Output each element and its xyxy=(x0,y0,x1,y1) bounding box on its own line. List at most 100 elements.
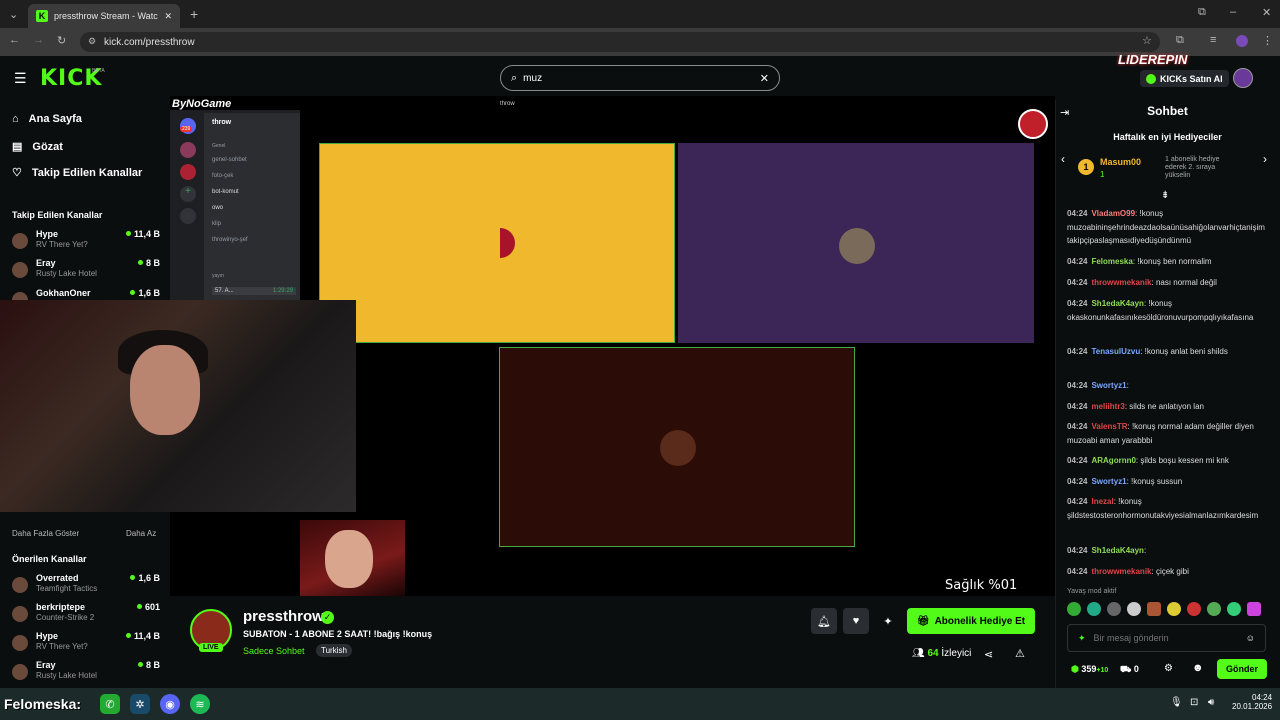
discord-call-tile xyxy=(319,143,675,343)
chat-input-box[interactable]: ✦ ☺ xyxy=(1067,624,1266,652)
search-box[interactable]: ⌕ ✕ xyxy=(500,65,780,91)
emote-icon[interactable] xyxy=(1067,602,1081,616)
server-avatar xyxy=(180,164,196,180)
browser-tab[interactable]: K pressthrow Stream - Watch Live ✕ xyxy=(28,4,180,28)
message-username[interactable]: ARAgornn0 xyxy=(1091,456,1135,465)
message-username[interactable]: throwwmekanik xyxy=(1091,278,1151,287)
discord-window-title: throw xyxy=(500,101,515,107)
extensions-icon[interactable]: ⧉ xyxy=(1176,34,1184,47)
message-username[interactable]: ValensTR xyxy=(1091,422,1127,431)
new-tab-icon[interactable]: + xyxy=(190,6,198,22)
message-username[interactable]: Swortyz1 xyxy=(1091,477,1126,486)
emote-icon[interactable] xyxy=(1207,602,1221,616)
browser-menu-icon[interactable]: ⋮ xyxy=(1262,34,1273,47)
emote-icon[interactable] xyxy=(1147,602,1161,616)
next-gifter-icon[interactable]: › xyxy=(1263,152,1267,166)
site-info-icon[interactable]: ⚙ xyxy=(88,36,96,47)
network-icon[interactable]: ⊡ xyxy=(1190,697,1198,708)
follow-heart-button[interactable]: ♥ xyxy=(843,608,869,634)
emoji-icon[interactable]: ☺ xyxy=(1246,633,1255,643)
message-username[interactable]: meliihtr3 xyxy=(1091,402,1124,411)
nav-home[interactable]: ⌂ Ana Sayfa xyxy=(12,113,82,125)
message-username[interactable]: VladamO99 xyxy=(1091,209,1135,218)
message-username[interactable]: Felomeska xyxy=(1091,257,1132,266)
send-button[interactable]: Gönder xyxy=(1217,659,1267,679)
share-icon[interactable]: ⋖ xyxy=(984,648,993,661)
emote-icon[interactable] xyxy=(1127,602,1141,616)
message-time: 04:24 xyxy=(1067,497,1088,506)
message-username[interactable]: throwwmekanik xyxy=(1091,567,1151,576)
viewer-count: 11,4 B xyxy=(126,229,160,239)
report-icon[interactable]: ⚠ xyxy=(1015,647,1025,660)
recommended-channel-eray[interactable]: Eray Rusty Lake Hotel 8 B xyxy=(12,660,160,686)
emote-icon[interactable] xyxy=(1107,602,1121,616)
system-clock[interactable]: 04:24 20.01.2026 xyxy=(1232,693,1272,711)
message-username[interactable]: Inezal xyxy=(1091,497,1113,506)
prev-gifter-icon[interactable]: ‹ xyxy=(1061,152,1065,166)
spotify-taskbar-icon[interactable]: ≋ xyxy=(190,694,210,714)
tab-search-icon[interactable]: ⧉ xyxy=(1198,6,1206,19)
viewer-count: 8 B xyxy=(138,258,160,268)
volume-icon[interactable]: 🔊︎ xyxy=(1208,697,1214,708)
message-time: 04:24 xyxy=(1067,402,1088,411)
recommended-channel-hype[interactable]: Hype RV There Yet? 11,4 B xyxy=(12,631,160,657)
tab-list-icon[interactable]: ⌄ xyxy=(9,8,18,21)
profile-avatar[interactable] xyxy=(1236,35,1248,47)
nav-browse[interactable]: ▤ Gözat xyxy=(12,140,63,154)
message-username[interactable]: TenasulUzvu xyxy=(1091,347,1140,356)
recommended-channel-berkriptepe[interactable]: berkriptepe Counter-Strike 2 601 xyxy=(12,602,160,628)
show-less-link[interactable]: Daha Az xyxy=(126,529,156,538)
emote-icon[interactable] xyxy=(1247,602,1261,616)
chat-message-input[interactable] xyxy=(1093,633,1238,643)
discord-call-tile xyxy=(499,347,855,547)
search-input[interactable] xyxy=(523,72,754,84)
gift-subscription-button[interactable]: 🎁︎ Abonelik Hediye Et xyxy=(907,608,1035,634)
forward-icon[interactable]: → xyxy=(33,34,44,46)
back-icon[interactable]: ← xyxy=(9,34,20,46)
message-time: 04:24 xyxy=(1067,456,1088,465)
following-channel-hype[interactable]: Hype RV There Yet? 11,4 B xyxy=(12,229,160,255)
app-taskbar-icon[interactable]: ✲ xyxy=(130,694,150,714)
reload-icon[interactable]: ↻ xyxy=(57,34,66,47)
gifter-hint: 1 abonelik hediye ederek 2. sıraya yükse… xyxy=(1165,156,1220,179)
sparkle-button[interactable]: ✦ xyxy=(875,608,901,634)
message-username[interactable]: Sh1edaK4ayn xyxy=(1091,299,1143,308)
message-username[interactable]: Swortyz1 xyxy=(1091,381,1126,390)
channel-points[interactable]: ⬢ 359+10 xyxy=(1071,664,1108,675)
url-field[interactable]: kick.com/pressthrow xyxy=(80,32,1160,52)
minimize-icon[interactable]: – xyxy=(1230,6,1236,18)
emote-icon[interactable] xyxy=(1167,602,1181,616)
emote-icon[interactable] xyxy=(1087,602,1101,616)
user-avatar[interactable] xyxy=(1233,68,1253,88)
show-more-link[interactable]: Daha Fazla Göster xyxy=(12,529,79,538)
following-heading: Takip Edilen Kanallar xyxy=(12,210,103,220)
discord-taskbar-icon[interactable]: ◉ xyxy=(160,694,180,714)
notification-bell-button[interactable]: 🔔︎ xyxy=(811,608,837,634)
chat-settings-icon[interactable]: ⚙ xyxy=(1164,663,1173,674)
clear-search-icon[interactable]: ✕ xyxy=(760,72,769,85)
message-username[interactable]: Sh1edaK4ayn xyxy=(1091,546,1143,555)
microphone-icon[interactable]: 🎙︎ xyxy=(1170,697,1183,708)
kicks-sparkle-icon[interactable]: ✦ xyxy=(1078,633,1086,644)
gift-count[interactable]: ⛟ 0 xyxy=(1120,664,1139,676)
language-tag[interactable]: Turkish xyxy=(316,644,352,657)
bookmark-star-icon[interactable]: ☆ xyxy=(1142,34,1152,47)
whatsapp-taskbar-icon[interactable]: ✆ xyxy=(100,694,120,714)
pinned-toggle-icon[interactable]: ⇟ xyxy=(1161,190,1169,201)
chat-message: 04:24 meliihtr3: silds ne anlatıyon lan xyxy=(1067,400,1267,414)
close-tab-icon[interactable]: ✕ xyxy=(164,11,172,22)
hamburger-menu-icon[interactable]: ☰ xyxy=(14,70,27,87)
emote-icon[interactable] xyxy=(1187,602,1201,616)
emote-icon[interactable] xyxy=(1227,602,1241,616)
top-gifter-name[interactable]: Masum00 xyxy=(1100,157,1141,167)
nav-browse-label: Gözat xyxy=(32,140,63,153)
stream-category-link[interactable]: Sadece Sohbet xyxy=(243,646,305,656)
buy-kicks-button[interactable]: KICKs Satın Al xyxy=(1140,70,1229,87)
reading-list-icon[interactable]: ≡ xyxy=(1210,34,1216,46)
streamer-name[interactable]: pressthrow xyxy=(243,608,324,625)
nav-following[interactable]: ♡ Takip Edilen Kanallar xyxy=(12,166,142,180)
following-channel-eray[interactable]: Eray Rusty Lake Hotel 8 B xyxy=(12,258,160,284)
close-window-icon[interactable]: ✕ xyxy=(1262,6,1271,19)
chat-emotes-icon[interactable]: ☻ xyxy=(1192,662,1204,674)
recommended-channel-overrated[interactable]: Overrated Teamfight Tactics 1,6 B xyxy=(12,573,160,599)
